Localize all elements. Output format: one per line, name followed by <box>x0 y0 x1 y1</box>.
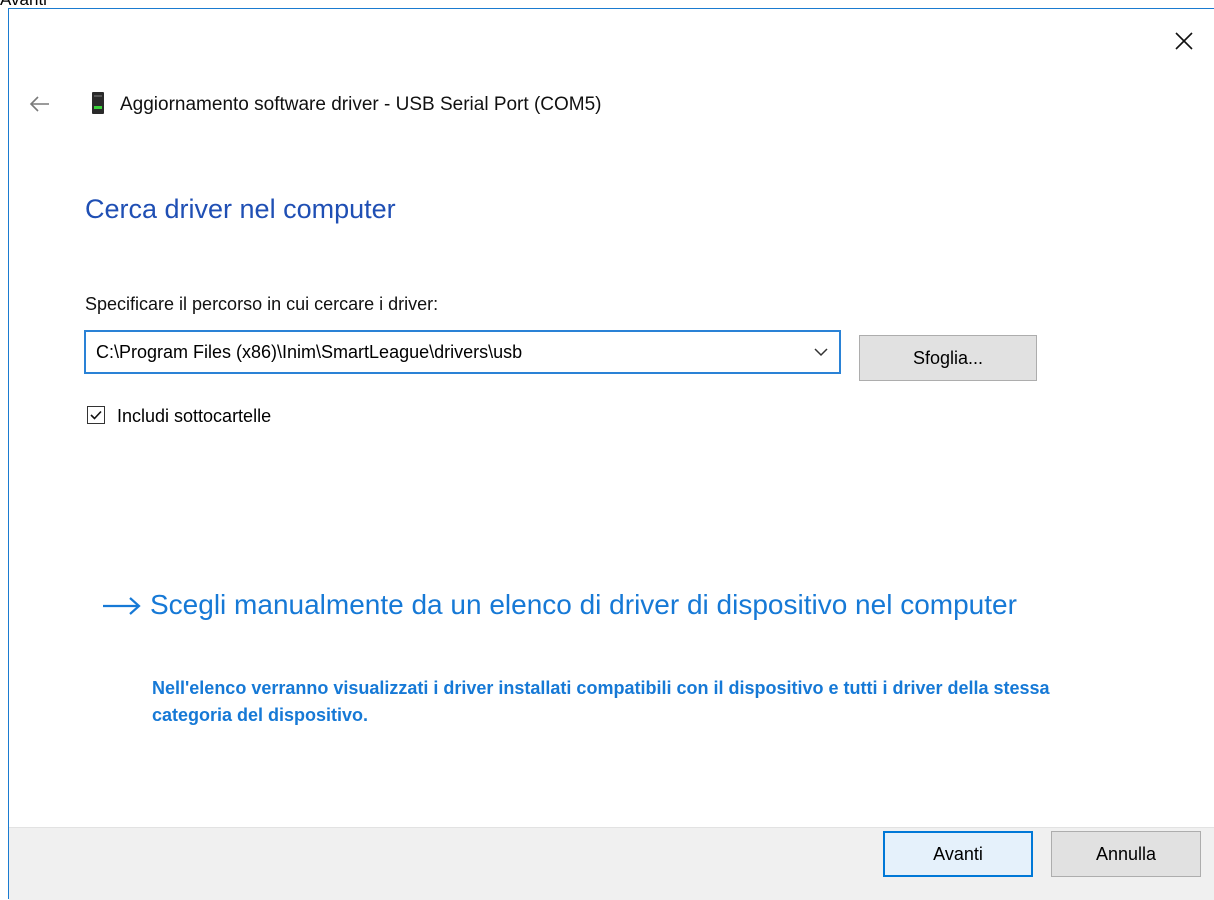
checkmark-icon <box>90 410 102 420</box>
cancel-button[interactable]: Annulla <box>1051 831 1201 877</box>
usb-device-icon <box>91 92 105 114</box>
back-button[interactable] <box>29 93 51 115</box>
path-input[interactable] <box>86 332 796 372</box>
manual-selection-title[interactable]: Scegli manualmente da un elenco di drive… <box>150 585 1030 625</box>
next-button[interactable]: Avanti <box>883 831 1033 877</box>
combo-dropdown-button[interactable] <box>811 343 831 361</box>
close-icon <box>1175 32 1193 50</box>
arrow-right-icon <box>103 597 141 615</box>
driver-update-dialog: Aggiornamento software driver - USB Seri… <box>8 8 1214 900</box>
manual-selection-description: Nell'elenco verranno visualizzati i driv… <box>152 678 1050 725</box>
path-label: Specificare il percorso in cui cercare i… <box>85 294 439 314</box>
window-title: Aggiornamento software driver - USB Seri… <box>120 94 602 115</box>
back-arrow-icon <box>29 96 49 112</box>
path-combobox[interactable] <box>84 330 841 374</box>
dialog-footer <box>9 827 1214 900</box>
chevron-down-icon <box>814 348 828 357</box>
include-subfolders-label[interactable]: Includi sottocartelle <box>117 404 271 428</box>
page-heading: Cerca driver nel computer <box>85 194 396 224</box>
browse-button[interactable]: Sfoglia... <box>859 335 1037 381</box>
include-subfolders-checkbox[interactable] <box>87 406 105 424</box>
close-button[interactable] <box>1170 27 1198 55</box>
